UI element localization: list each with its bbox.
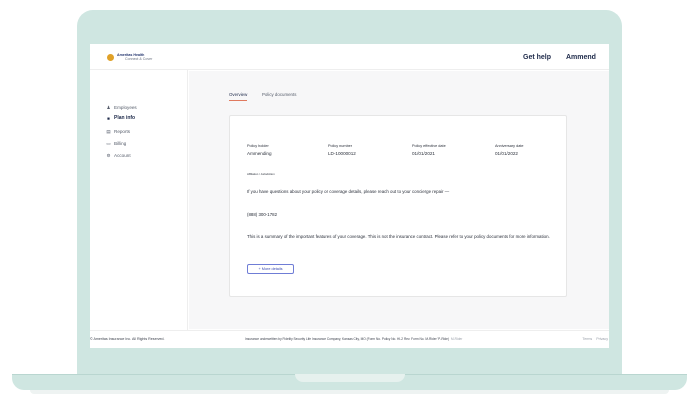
policy-number-value: LD-10000012 (328, 151, 356, 156)
concierge-phone[interactable]: (888) 300-1782 (247, 211, 557, 218)
people-icon: ♟ (106, 104, 111, 110)
sidebar: ♟ Employees ■ Plan info ▤ Reports ▭ Bill… (90, 70, 188, 330)
terms-link[interactable]: Terms (582, 337, 592, 341)
effective-date-label: Policy effective date (412, 144, 446, 148)
sidebar-item-employees[interactable]: ♟ Employees (106, 103, 137, 111)
laptop-shadow (30, 390, 669, 394)
anniversary-date-value: 01/01/2022 (495, 151, 518, 156)
tab-policy-documents[interactable]: Policy documents (262, 92, 296, 100)
affiliation-label: Affiliation / Jurisdiction (247, 172, 275, 176)
more-details-button[interactable]: + More details (247, 264, 294, 274)
sidebar-item-label: Billing (114, 140, 127, 146)
page-footer: © Ameritas Insurance Inc. All Rights Res… (90, 330, 609, 348)
user-menu[interactable]: Ammend (566, 54, 596, 61)
sidebar-item-account[interactable]: ⚙ Account (106, 151, 131, 159)
top-bar: Ameritas Health Connect & Cover Get help… (90, 44, 609, 70)
brand-logo[interactable]: Ameritas Health Connect & Cover (107, 53, 159, 62)
underwriter-main: Insurance underwritten by Fidelity Secur… (245, 337, 449, 341)
tab-overview[interactable]: Overview (229, 92, 248, 101)
logo-text: Ameritas Health Connect & Cover (117, 53, 152, 61)
sidebar-item-label: Plan info (114, 115, 136, 121)
underwriter-muted: M-Rider (450, 337, 463, 341)
card-icon: ▭ (106, 140, 111, 146)
contact-intro-text: If you have questions about your policy … (247, 189, 450, 194)
main-content: Overview Policy documents Policy holder … (189, 71, 609, 329)
gear-icon: ⚙ (106, 152, 111, 158)
footer-links: Terms Privacy (579, 337, 608, 341)
logo-emblem-icon (107, 54, 114, 61)
get-help-link[interactable]: Get help (523, 54, 551, 61)
report-icon: ▤ (106, 128, 111, 134)
policy-summary-card: Policy holder Ammending Policy number LD… (229, 115, 567, 297)
document-icon: ■ (107, 115, 110, 121)
policy-holder-label: Policy holder (247, 144, 269, 148)
sidebar-item-label: Account (114, 152, 131, 158)
anniversary-date-label: Anniversary date (495, 144, 524, 148)
coverage-summary-text: This is a summary of the important featu… (247, 234, 550, 239)
laptop-mockup: Ameritas Health Connect & Cover Get help… (0, 0, 699, 398)
logo-line-2: Connect & Cover (125, 57, 153, 61)
policy-holder-value: Ammending (247, 151, 272, 156)
sidebar-item-plan-info[interactable]: ■ Plan info (106, 114, 135, 122)
sidebar-item-reports[interactable]: ▤ Reports (106, 127, 130, 135)
effective-date-value: 01/01/2021 (412, 151, 435, 156)
app-screen: Ameritas Health Connect & Cover Get help… (90, 44, 609, 348)
privacy-link[interactable]: Privacy (596, 337, 608, 341)
laptop-notch (295, 374, 405, 382)
sidebar-item-label: Employees (114, 104, 137, 110)
sidebar-item-billing[interactable]: ▭ Billing (106, 139, 126, 147)
copyright-text: © Ameritas Insurance Inc. All Rights Res… (90, 337, 165, 341)
underwriter-text: Insurance underwritten by Fidelity Secur… (245, 337, 462, 341)
policy-number-label: Policy number (328, 144, 353, 148)
sidebar-item-label: Reports (114, 128, 131, 134)
